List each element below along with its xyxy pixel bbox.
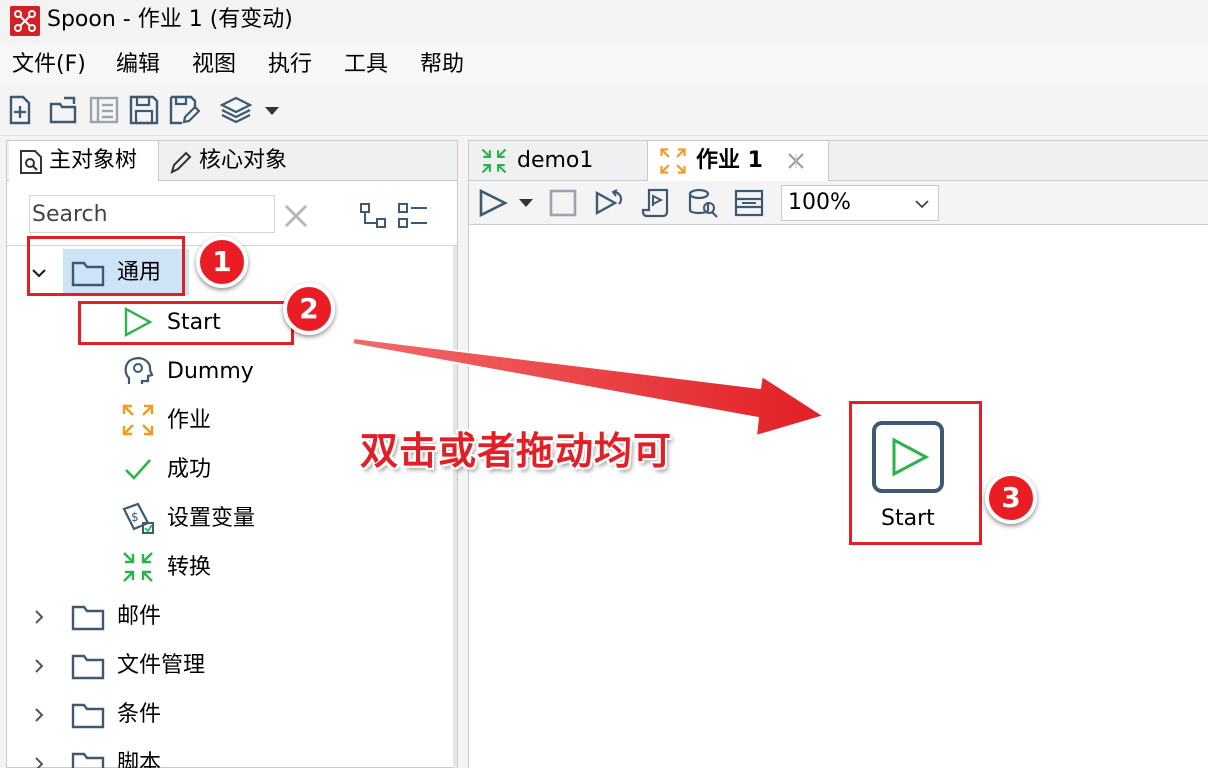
chevron-down-icon[interactable] — [914, 198, 930, 210]
tree-folder-file-management[interactable]: 文件管理 — [7, 646, 447, 686]
menu-tools[interactable]: 工具 — [344, 52, 388, 78]
search-box — [29, 195, 275, 233]
chevron-right-icon[interactable] — [31, 609, 47, 625]
folder-icon — [71, 605, 105, 631]
tree-folder-label: 邮件 — [117, 604, 162, 629]
annotation-box-canvas-start — [849, 401, 982, 545]
folder-icon — [71, 752, 105, 768]
annotation-badge-1: 1 — [196, 236, 248, 288]
main-toolbar — [0, 84, 1208, 136]
tab-demo1[interactable]: demo1 — [469, 141, 647, 181]
tree-folder-conditions[interactable]: 条件 — [7, 695, 447, 735]
explorer-icon[interactable] — [88, 94, 120, 126]
job-toolbar: 100% — [469, 181, 1208, 225]
tree-item-label: 作业 — [167, 408, 212, 433]
show-results-icon[interactable] — [733, 188, 765, 218]
zoom-select[interactable]: 100% — [781, 185, 939, 221]
tree-folder-label: 条件 — [117, 702, 162, 727]
tree-item-label: Dummy — [167, 359, 254, 384]
tree-folder-scripting[interactable]: 脚本 — [7, 744, 447, 768]
tree-item-label: 成功 — [167, 457, 212, 482]
tab-core-objects[interactable]: 核心对象 — [159, 141, 309, 181]
transformation-arrows-icon — [123, 552, 153, 582]
spoon-logo-icon — [10, 6, 40, 36]
close-tab-icon[interactable] — [786, 151, 806, 171]
dummy-head-icon — [124, 357, 154, 384]
open-folder-icon[interactable] — [48, 94, 80, 126]
tab-main-tree-label: 主对象树 — [49, 148, 138, 173]
layers-dropdown-icon[interactable] — [262, 94, 282, 126]
editor-tab-strip: demo1 作业 1 — [469, 141, 1208, 181]
annotation-box-general-folder — [27, 236, 185, 296]
expand-all-icon[interactable] — [359, 201, 389, 231]
menu-view[interactable]: 视图 — [192, 52, 236, 78]
run-dropdown-icon[interactable] — [517, 188, 535, 218]
tree-item-set-variables[interactable]: $ 设置变量 — [7, 499, 447, 539]
folder-icon — [71, 703, 105, 729]
tree-folder-label: 文件管理 — [117, 653, 206, 678]
chevron-right-icon[interactable] — [31, 658, 47, 674]
tab-job1[interactable]: 作业 1 — [647, 141, 829, 181]
annotation-badge-2: 2 — [283, 283, 335, 335]
tree-item-transformation[interactable]: 转换 — [7, 548, 447, 588]
left-tab-strip: 主对象树 核心对象 — [7, 141, 457, 181]
menu-file[interactable]: 文件(F) — [12, 52, 86, 78]
stop-icon[interactable] — [547, 188, 579, 218]
annotation-box-start-item — [78, 301, 294, 345]
menu-bar: 文件(F) 编辑 视图 执行 工具 帮助 — [0, 44, 1208, 84]
zoom-value: 100% — [788, 190, 851, 215]
folder-icon — [71, 654, 105, 680]
job-arrows-icon — [660, 148, 686, 174]
checkmark-icon — [125, 459, 151, 480]
layers-icon[interactable] — [220, 94, 252, 126]
menu-help[interactable]: 帮助 — [420, 52, 464, 78]
svg-text:$: $ — [131, 510, 139, 524]
tree-item-label: 设置变量 — [167, 506, 256, 531]
tab-main-tree[interactable]: 主对象树 — [9, 141, 159, 181]
job-canvas[interactable]: Start — [469, 225, 1208, 768]
new-file-icon[interactable] — [4, 94, 36, 126]
collapse-list-icon[interactable] — [397, 201, 429, 231]
chevron-right-icon[interactable] — [31, 707, 47, 723]
save-icon[interactable] — [128, 94, 160, 126]
set-variable-icon: $ — [122, 502, 154, 534]
run-play-icon[interactable] — [477, 188, 509, 218]
pencil-icon — [170, 151, 192, 174]
job-arrows-icon — [122, 404, 154, 436]
tab-core-objects-label: 核心对象 — [199, 148, 288, 173]
magnifier-doc-icon — [20, 150, 42, 174]
replay-icon[interactable] — [593, 188, 625, 218]
tab-job1-label: 作业 1 — [696, 148, 763, 173]
chevron-right-icon[interactable] — [31, 756, 47, 768]
annotation-badge-3: 3 — [985, 472, 1037, 524]
save-as-icon[interactable] — [168, 94, 200, 126]
transformation-arrows-icon — [481, 148, 507, 174]
menu-run[interactable]: 执行 — [268, 52, 312, 78]
window-title: Spoon - 作业 1 (有变动) — [47, 7, 293, 32]
tree-item-label: 转换 — [167, 555, 212, 580]
check-job-icon[interactable] — [641, 188, 673, 218]
search-input[interactable] — [32, 198, 270, 230]
title-bar: Spoon - 作业 1 (有变动) — [0, 0, 1208, 44]
clear-search-icon[interactable] — [283, 203, 309, 229]
menu-edit[interactable]: 编辑 — [116, 52, 160, 78]
tree-folder-label: 脚本 — [117, 751, 162, 768]
annotation-text: 双击或者拖动均可 — [360, 429, 673, 473]
tree-folder-mail[interactable]: 邮件 — [7, 597, 447, 637]
database-search-icon[interactable] — [687, 188, 719, 218]
tab-demo1-label: demo1 — [517, 148, 594, 173]
